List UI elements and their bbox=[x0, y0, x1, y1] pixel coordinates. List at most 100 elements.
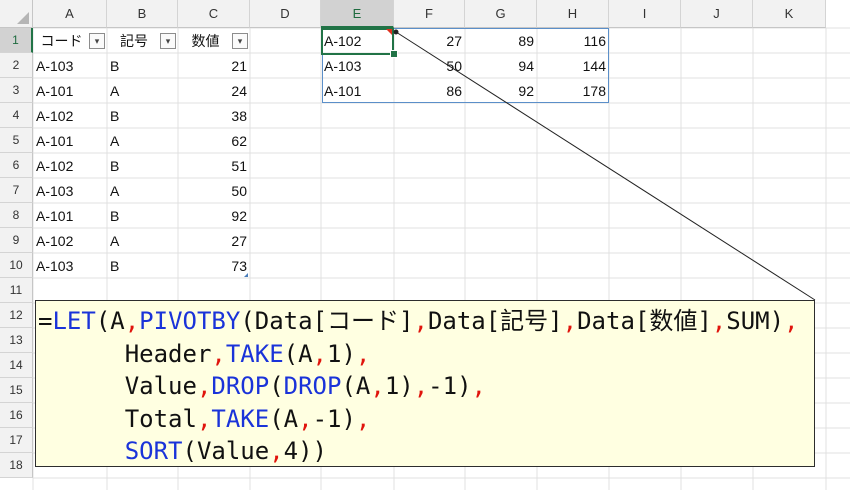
table-cell[interactable]: 51 bbox=[178, 153, 250, 178]
table-cell[interactable]: A-101 bbox=[33, 203, 107, 228]
table-cell[interactable]: B bbox=[107, 253, 178, 278]
row-header-10[interactable]: 10 bbox=[0, 253, 33, 278]
table-cell[interactable]: A bbox=[107, 128, 178, 153]
result-cell[interactable]: 50 bbox=[394, 53, 465, 78]
row-header-15[interactable]: 15 bbox=[0, 378, 33, 403]
select-all-corner[interactable] bbox=[0, 0, 33, 28]
table-cell[interactable]: 27 bbox=[178, 228, 250, 253]
row-header-4[interactable]: 4 bbox=[0, 103, 33, 128]
result-cell[interactable]: 27 bbox=[394, 28, 465, 53]
column-header-J[interactable]: J bbox=[681, 0, 753, 28]
table-cell[interactable]: A-102 bbox=[33, 153, 107, 178]
spreadsheet-grid[interactable]: A B C D E F G H I J K 1 2 3 4 5 6 7 8 9 10 11 12 13 14 15 16 17 18 コ… bbox=[0, 0, 850, 490]
row-header-18[interactable]: 18 bbox=[0, 453, 33, 478]
column-header-G[interactable]: G bbox=[465, 0, 537, 28]
formula-text: SUM) bbox=[726, 307, 785, 335]
formula-text: (A bbox=[283, 339, 313, 368]
table-cell[interactable]: A bbox=[107, 78, 178, 103]
table-cell[interactable]: 50 bbox=[178, 178, 250, 203]
table-cell[interactable]: A-102 bbox=[33, 103, 107, 128]
table-cell[interactable]: B bbox=[107, 53, 178, 78]
formula-separator: , bbox=[298, 404, 313, 433]
result-cell[interactable]: 89 bbox=[465, 28, 537, 53]
filter-dropdown-icon[interactable]: ▾ bbox=[232, 33, 248, 49]
formula-text: Value bbox=[38, 372, 197, 400]
row-header-3[interactable]: 3 bbox=[0, 78, 33, 103]
table-cell[interactable]: A bbox=[107, 178, 178, 203]
fill-handle[interactable] bbox=[390, 50, 398, 58]
formula-separator: , bbox=[355, 404, 371, 433]
table-cell[interactable]: B bbox=[107, 203, 178, 228]
table-cell[interactable]: 38 bbox=[178, 103, 250, 128]
row-header-8[interactable]: 8 bbox=[0, 203, 33, 228]
column-header-K[interactable]: K bbox=[753, 0, 826, 28]
result-cell[interactable]: A-103 bbox=[321, 53, 394, 78]
column-header-D[interactable]: D bbox=[250, 0, 321, 28]
formula-text: -1) bbox=[428, 372, 472, 400]
table-cell[interactable]: B bbox=[107, 153, 178, 178]
formula-text: Total bbox=[38, 404, 197, 433]
row-header-5[interactable]: 5 bbox=[0, 128, 33, 153]
table-cell[interactable]: 92 bbox=[178, 203, 250, 228]
row-header-13[interactable]: 13 bbox=[0, 328, 33, 353]
column-header-H[interactable]: H bbox=[537, 0, 609, 28]
row-header-7[interactable]: 7 bbox=[0, 178, 33, 203]
formula-separator: , bbox=[413, 372, 429, 400]
error-indicator-icon[interactable] bbox=[386, 29, 392, 35]
row-header-1[interactable]: 1 bbox=[0, 28, 33, 53]
filter-dropdown-icon[interactable]: ▾ bbox=[160, 33, 176, 49]
formula-separator: , bbox=[312, 339, 327, 368]
row-header-16[interactable]: 16 bbox=[0, 403, 33, 428]
row-header-2[interactable]: 2 bbox=[0, 53, 33, 78]
column-header-E[interactable]: E bbox=[321, 0, 394, 28]
formula-separator: , bbox=[196, 372, 212, 400]
row-header-17[interactable]: 17 bbox=[0, 428, 33, 453]
table-cell[interactable]: A-102 bbox=[33, 228, 107, 253]
row-header-6[interactable]: 6 bbox=[0, 153, 33, 178]
result-cell[interactable]: A-101 bbox=[321, 78, 394, 103]
table-resize-handle-icon[interactable] bbox=[244, 273, 248, 277]
column-header-B[interactable]: B bbox=[107, 0, 178, 28]
formula-text: (Value bbox=[182, 437, 270, 465]
formula-text: 1) bbox=[384, 372, 414, 400]
row-header-14[interactable]: 14 bbox=[0, 353, 33, 378]
row-header-11[interactable]: 11 bbox=[0, 278, 33, 303]
table-cell[interactable]: 73 bbox=[178, 253, 250, 278]
formula-text: Header bbox=[38, 339, 212, 368]
table-cell[interactable]: A bbox=[107, 228, 178, 253]
formula-line: Value,DROP(DROP(A,1),-1), bbox=[38, 370, 814, 403]
formula-text: = bbox=[38, 307, 53, 335]
table-cell[interactable]: A-103 bbox=[33, 53, 107, 78]
table-cell[interactable]: A-103 bbox=[33, 178, 107, 203]
table-cell[interactable]: A-101 bbox=[33, 78, 107, 103]
result-cell[interactable]: 94 bbox=[465, 53, 537, 78]
formula-text: (A bbox=[95, 307, 125, 335]
column-header-I[interactable]: I bbox=[609, 0, 681, 28]
formula-line: Header,TAKE(A,1), bbox=[38, 338, 814, 371]
table-cell[interactable]: 21 bbox=[178, 53, 250, 78]
row-header-12[interactable]: 12 bbox=[0, 303, 33, 328]
row-header-9[interactable]: 9 bbox=[0, 228, 33, 253]
result-cell[interactable]: 178 bbox=[537, 78, 609, 103]
formula-separator: , bbox=[196, 404, 212, 433]
result-cell[interactable]: 144 bbox=[537, 53, 609, 78]
formula-function: LET bbox=[52, 307, 96, 335]
table-cell[interactable]: B bbox=[107, 103, 178, 128]
active-cell-E1[interactable] bbox=[321, 28, 394, 55]
result-cell[interactable]: 86 bbox=[394, 78, 465, 103]
formula-separator: , bbox=[124, 307, 140, 335]
formula-text: 4)) bbox=[283, 437, 328, 465]
formula-separator: , bbox=[355, 339, 371, 368]
formula-text: (A bbox=[269, 404, 299, 433]
column-header-A[interactable]: A bbox=[33, 0, 107, 28]
table-cell[interactable]: A-101 bbox=[33, 128, 107, 153]
column-header-F[interactable]: F bbox=[394, 0, 465, 28]
result-cell[interactable]: 92 bbox=[465, 78, 537, 103]
column-header-C[interactable]: C bbox=[178, 0, 250, 28]
filter-dropdown-icon[interactable]: ▾ bbox=[89, 33, 105, 49]
table-cell[interactable]: A-103 bbox=[33, 253, 107, 278]
table-cell[interactable]: 24 bbox=[178, 78, 250, 103]
result-cell[interactable]: 116 bbox=[537, 28, 609, 53]
table-cell[interactable]: 62 bbox=[178, 128, 250, 153]
formula-separator: , bbox=[471, 372, 486, 400]
